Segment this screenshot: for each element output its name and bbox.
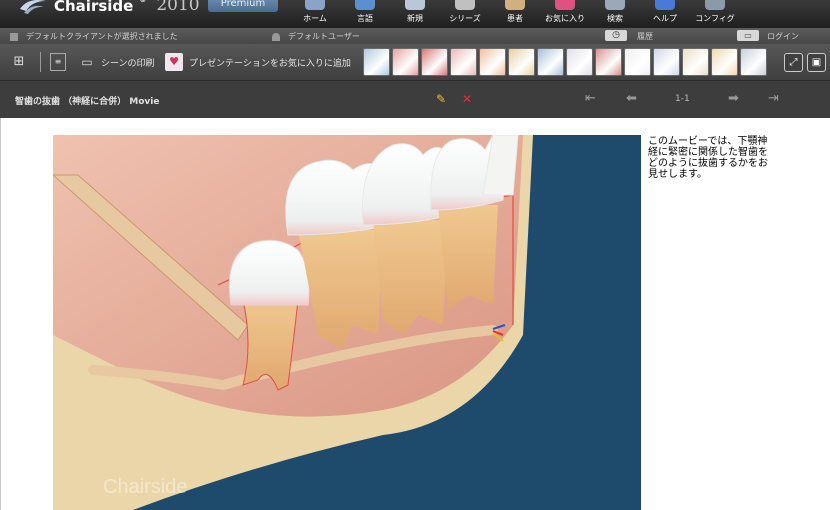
next-page-icon[interactable]: ➡ [728, 91, 739, 106]
history-link[interactable]: 履歴 [637, 31, 653, 42]
presentation-thumbnail[interactable] [653, 48, 680, 76]
nav-button-7[interactable]: ヘルプ [640, 0, 690, 28]
history-clock-icon[interactable]: ◷ [605, 30, 627, 41]
previous-page-icon[interactable]: ⬅ [626, 91, 637, 106]
logo-swirl-icon [20, 0, 46, 14]
presentation-thumbnail[interactable] [537, 48, 564, 76]
login-link[interactable]: ログイン [767, 31, 799, 42]
nav-label: 患者 [507, 14, 523, 23]
client-status-label: デフォルトクライアントが選択されました [26, 32, 178, 41]
presentation-thumbnail[interactable] [624, 48, 651, 76]
nav-button-2[interactable]: 新規 [390, 0, 440, 28]
language-icon [355, 0, 375, 10]
presentation-thumbnails [363, 48, 767, 76]
nav-button-0[interactable]: ホーム [290, 0, 340, 28]
wisdom-tooth-crown [228, 239, 310, 306]
search-icon [605, 0, 625, 10]
nav-button-1[interactable]: 言語 [340, 0, 390, 28]
presentation-thumbnail[interactable] [363, 48, 390, 76]
patient-icon [505, 0, 525, 10]
last-page-icon[interactable]: ⇥ [768, 91, 779, 106]
main-nav: ホーム 言語 新規 シリーズ 患者 お気に入り 検索 ヘルプ コンフィグ [290, 0, 740, 28]
nav-label: コンフィグ [695, 14, 735, 23]
presentation-thumbnail[interactable] [566, 48, 593, 76]
edition-badge: Premium [208, 0, 278, 12]
delete-x-icon[interactable]: ✕ [462, 92, 472, 106]
page-icon[interactable]: ≡ [50, 53, 66, 71]
nav-label: ホーム [303, 14, 327, 23]
nav-button-8[interactable]: コンフィグ [690, 0, 740, 28]
presentation-thumbnail[interactable] [508, 48, 535, 76]
user-status-label: デフォルトユーザー [288, 32, 360, 41]
nav-label: シリーズ [449, 14, 481, 23]
print-icon[interactable]: ▭ [78, 53, 96, 71]
nav-label: お気に入り [545, 14, 585, 23]
nav-label: 検索 [607, 14, 623, 23]
presentation-description: このムービーでは、下顎神経に緊密に関係した智歯をどのように抜歯するかをお見せしま… [648, 136, 768, 180]
presentation-thumbnail[interactable] [479, 48, 506, 76]
user-status: デフォルトユーザー [272, 31, 360, 42]
expand-icon[interactable]: ⤢ [784, 53, 803, 72]
login-lock-icon[interactable]: ▭ [737, 30, 759, 41]
series-icon [455, 0, 475, 10]
user-icon [272, 32, 280, 41]
page-indicator: 1-1 [675, 94, 690, 104]
presentation-thumbnail[interactable] [711, 48, 738, 76]
slideshow-icon[interactable]: ▣ [807, 53, 826, 72]
add-favorite-button[interactable]: プレゼンテーションをお気に入りに追加 [189, 56, 351, 69]
toolbar-divider [40, 52, 41, 72]
favorites-icon [555, 0, 575, 10]
logo-text: Chairside [54, 0, 134, 15]
client-status: デフォルトクライアントが選択されました [10, 31, 178, 42]
movie-player[interactable]: Chairside [53, 135, 641, 510]
heart-icon[interactable]: ♥ [165, 53, 183, 71]
presentation-title: 智歯の抜歯 （神経に合併） Movie [15, 97, 160, 107]
nav-button-3[interactable]: シリーズ [440, 0, 490, 28]
nav-label: 言語 [357, 14, 373, 23]
first-page-icon[interactable]: ⇤ [585, 91, 596, 106]
presentation-thumbnail[interactable] [392, 48, 419, 76]
home-icon [305, 0, 325, 10]
presentation-thumbnail[interactable] [740, 48, 767, 76]
logo-registered: ® [139, 0, 147, 4]
client-icon [10, 32, 18, 41]
app-header: Chairside ® 2010 Premium ホーム 言語 新規 シリーズ 患者 お気… [0, 0, 830, 28]
presentation-thumbnail[interactable] [595, 48, 622, 76]
nav-button-4[interactable]: 患者 [490, 0, 540, 28]
nav-button-6[interactable]: 検索 [590, 0, 640, 28]
app-logo: Chairside ® 2010 [18, 0, 200, 15]
fit-screen-icon[interactable]: ⊞ [10, 53, 28, 71]
presentation-thumbnail[interactable] [682, 48, 709, 76]
nav-label: 新規 [407, 14, 423, 23]
presentation-title-bar: 智歯の抜歯 （神経に合併） Movie ✎ ✕ ⇤ ⬅ 1-1 ➡ ⇥ [0, 81, 830, 118]
help-icon [655, 0, 675, 10]
presentation-content: Chairside このムービーでは、下顎神経に緊密に関係した智歯をどのように抜… [0, 118, 830, 510]
nav-button-5[interactable]: お気に入り [540, 0, 590, 28]
movie-watermark: Chairside [103, 476, 187, 498]
print-scene-button[interactable]: シーンの印刷 [101, 56, 155, 69]
molar-root-2 [373, 220, 448, 335]
edit-pencil-icon[interactable]: ✎ [436, 92, 446, 106]
presentation-thumbnail[interactable] [421, 48, 448, 76]
new-icon [405, 0, 425, 10]
status-bar: デフォルトクライアントが選択されました デフォルトユーザー ◷ 履歴 ▭ ログイ… [0, 28, 830, 44]
presentation-thumbnail[interactable] [450, 48, 477, 76]
nav-label: ヘルプ [653, 14, 677, 23]
presentation-toolbar: ⊞ ≡ ▭ シーンの印刷 ♥ プレゼンテーションをお気に入りに追加 ⤢ ▣ [0, 44, 830, 81]
config-icon [705, 0, 725, 10]
logo-year: 2010 [156, 0, 200, 15]
molar-root-3 [438, 205, 498, 310]
